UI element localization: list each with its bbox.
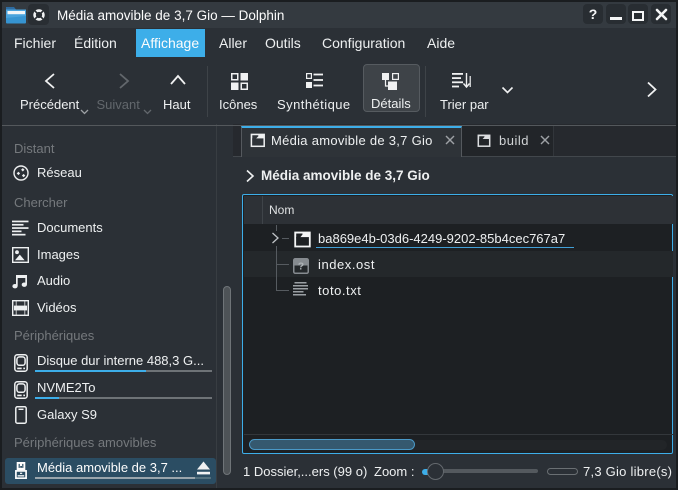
svg-text:?: ? (298, 261, 304, 273)
